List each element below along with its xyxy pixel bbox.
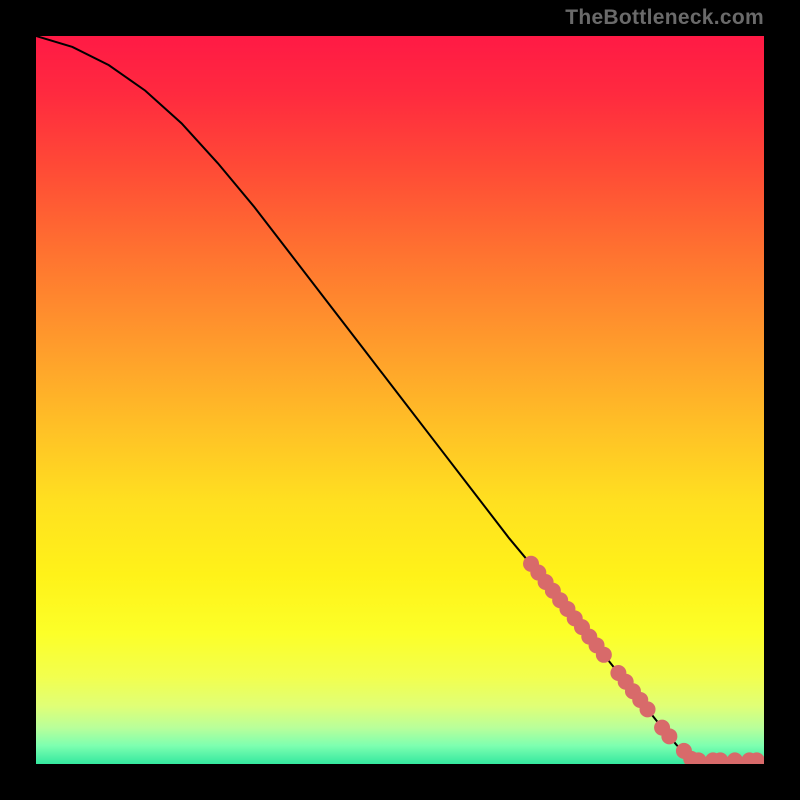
marker-point (640, 701, 656, 717)
chart-svg (36, 36, 764, 764)
watermark-text: TheBottleneck.com (565, 6, 764, 30)
plot-area (36, 36, 764, 764)
marker-point (596, 647, 612, 663)
chart-stage: TheBottleneck.com (0, 0, 800, 800)
marker-point (661, 728, 677, 744)
gradient-background (36, 36, 764, 764)
